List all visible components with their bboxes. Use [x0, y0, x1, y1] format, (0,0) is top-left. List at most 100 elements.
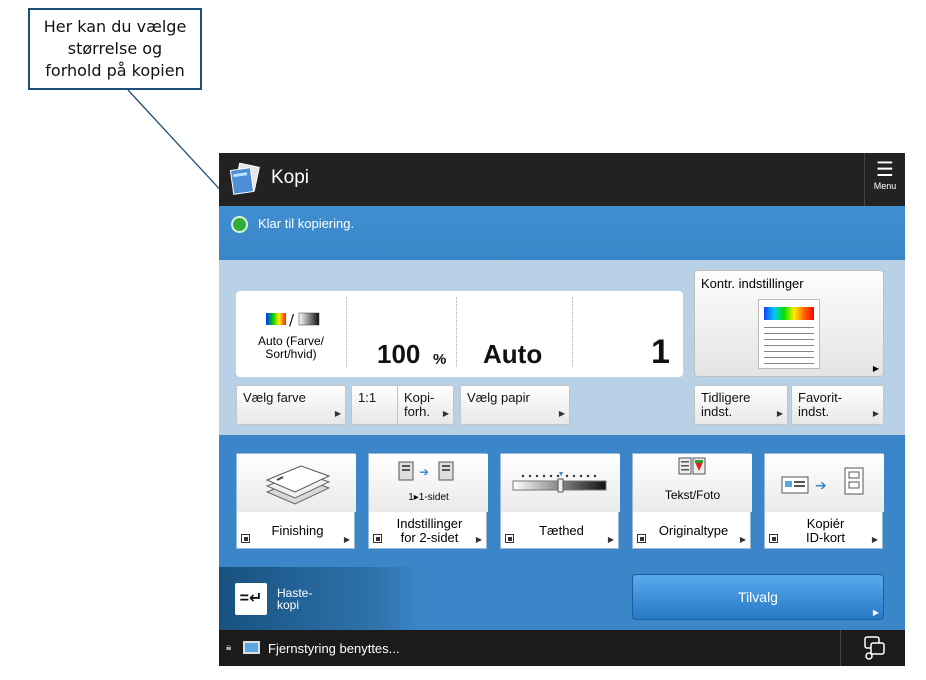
callout-line-2: størrelse og	[67, 39, 163, 58]
previous-settings-button[interactable]: Tidligere indst. ▶	[694, 385, 788, 425]
corner-arrow-icon: ▶	[442, 409, 449, 418]
function-buttons-panel: Finishing ▶ ➔ 1▸1-sidet Indstillinger fo…	[219, 435, 905, 567]
id-card-icon-area: ➔	[765, 454, 884, 512]
copy-id-card-line-1: Kopiér	[806, 516, 845, 531]
express-copy-label: Haste- kopi	[277, 587, 312, 611]
corner-arrow-icon: ▶	[334, 409, 341, 418]
options-label: Tilvalg	[738, 589, 778, 605]
id-card-icon: ➔	[781, 467, 864, 495]
lower-panel: =↵ Haste- kopi Tilvalg ▶	[219, 567, 905, 630]
two-sided-label: Indstillinger for 2-sidet	[383, 517, 476, 545]
corner-arrow-icon: ▶	[872, 364, 879, 373]
shortcut-icon	[505, 534, 514, 543]
copy-ratio-button[interactable]: Kopi- forh. ▶	[397, 385, 454, 425]
original-type-sub-label: Tekst/Foto	[664, 488, 721, 502]
ratio-value: 100	[377, 339, 421, 369]
density-button[interactable]: Tæthed ▶	[500, 453, 620, 549]
copy-ratio-line-2: forh.	[404, 404, 431, 419]
choose-paper-button[interactable]: Vælg papir ▶	[460, 385, 570, 425]
corner-arrow-icon: ▶	[776, 409, 783, 418]
two-sided-sub-label: 1▸1-sidet	[408, 492, 449, 503]
paper-display: Auto	[457, 291, 571, 377]
menu-button[interactable]: ☰ Menu	[864, 153, 905, 206]
menu-label: Menu	[873, 181, 897, 191]
svg-text:➔: ➔	[419, 465, 429, 479]
svg-text:➔: ➔	[815, 478, 827, 494]
corner-arrow-icon: ▶	[739, 535, 746, 544]
color-mode-display: / Auto (Farve/ Sort/hvid)	[236, 291, 346, 377]
corner-arrow-icon: ▶	[343, 535, 350, 544]
favorites-line-1: Favorit-	[798, 390, 843, 405]
choose-color-button[interactable]: Vælg farve ▶	[236, 385, 346, 425]
express-copy-area[interactable]: =↵ Haste- kopi	[219, 567, 419, 630]
shortcut-icon	[769, 534, 778, 543]
color-mode-label: Auto (Farve/ Sort/hvid)	[236, 335, 346, 361]
previous-line-2: indst.	[701, 404, 733, 419]
density-label: Tæthed	[515, 524, 608, 538]
title-bar: Kopi ☰ Menu	[219, 153, 905, 206]
copy-id-card-button[interactable]: ➔ Kopiér ID-kort ▶	[764, 453, 884, 549]
ratio-display: 100 %	[347, 291, 456, 377]
footer-bar: 🔒︎ Fjernstyring benyttes...	[219, 630, 905, 666]
app-title: Kopi	[271, 167, 310, 188]
corner-arrow-icon: ▶	[475, 535, 482, 544]
original-type-button[interactable]: Tekst/Foto Originaltype ▶	[632, 453, 752, 549]
express-copy-line-2: kopi	[277, 598, 300, 612]
original-type-icon	[678, 457, 706, 475]
copies-display: 1	[573, 291, 683, 377]
remote-ui-button[interactable]	[840, 630, 905, 666]
hamburger-icon: ☰	[876, 159, 894, 181]
corner-arrow-icon: ▶	[558, 409, 565, 418]
shortcut-icon	[637, 534, 646, 543]
finishing-icon-area	[237, 454, 356, 512]
corner-arrow-icon: ▶	[871, 535, 878, 544]
remote-operation-icon	[864, 636, 885, 660]
two-sided-icon-area: ➔ 1▸1-sidet	[369, 454, 488, 512]
copy-ratio-line-1: Kopi-	[404, 390, 435, 405]
shortcut-icon	[241, 534, 250, 543]
settings-panel: / Auto (Farve/ Sort/hvid) 100 % Auto 1 V…	[219, 260, 905, 435]
svg-text:/: /	[289, 311, 295, 327]
finishing-label-text: Finishing	[271, 523, 324, 538]
settings-summary: / Auto (Farve/ Sort/hvid) 100 % Auto 1	[236, 291, 683, 377]
finishing-label: Finishing	[251, 524, 344, 538]
callout-line-3: forhold på kopien	[45, 61, 185, 80]
ratio-unit: %	[433, 351, 447, 368]
monitor-icon	[243, 641, 260, 654]
choose-color-label: Vælg farve	[243, 390, 306, 405]
two-sided-label-line-1: Indstillinger	[396, 516, 463, 531]
finishing-icon	[265, 465, 331, 505]
one-to-one-label: 1:1	[358, 390, 377, 405]
document-preview-icon	[758, 299, 820, 369]
original-type-icon-area: Tekst/Foto	[633, 454, 752, 512]
check-settings-button[interactable]: Kontr. indstillinger ▶	[694, 270, 884, 377]
paper-value: Auto	[483, 339, 543, 369]
ready-status-icon	[231, 216, 248, 233]
callout-line-1: Her kan du vælge	[43, 17, 187, 36]
favorites-line-2: indst.	[798, 404, 830, 419]
finishing-button[interactable]: Finishing ▶	[236, 453, 356, 549]
copy-id-card-label: Kopiér ID-kort	[779, 517, 872, 545]
two-sided-settings-button[interactable]: ➔ 1▸1-sidet Indstillinger for 2-sidet ▶	[368, 453, 488, 549]
status-bar: Klar til kopiering.	[219, 206, 905, 260]
color-bw-icon: /	[266, 311, 320, 327]
check-settings-label: Kontr. indstillinger	[701, 276, 804, 291]
lock-icon: 🔒︎	[226, 642, 232, 653]
options-button[interactable]: Tilvalg ▶	[632, 574, 884, 620]
density-icon-area	[501, 454, 620, 512]
copy-id-card-line-2: ID-kort	[806, 530, 845, 545]
original-type-label-text: Originaltype	[658, 523, 729, 538]
express-copy-icon: =↵	[235, 583, 267, 615]
two-sided-label-line-2: for 2-sidet	[400, 530, 459, 545]
copies-count: 1	[651, 333, 670, 371]
favorite-settings-button[interactable]: Favorit- indst. ▶	[791, 385, 884, 425]
choose-paper-label: Vælg papir	[467, 390, 530, 405]
annotation-callout: Her kan du vælge størrelse og forhold på…	[28, 8, 202, 90]
copy-app-screen: Kopi ☰ Menu Klar til kopiering. / Auto (…	[219, 153, 905, 666]
remote-status-text: Fjernstyring benyttes...	[268, 641, 400, 656]
color-mode-line-2: Sort/hvid)	[265, 347, 317, 361]
copy-app-icon	[229, 162, 260, 195]
one-to-one-button[interactable]: 1:1	[351, 385, 398, 425]
original-type-label: Originaltype	[647, 524, 740, 538]
density-label-text: Tæthed	[539, 523, 584, 538]
